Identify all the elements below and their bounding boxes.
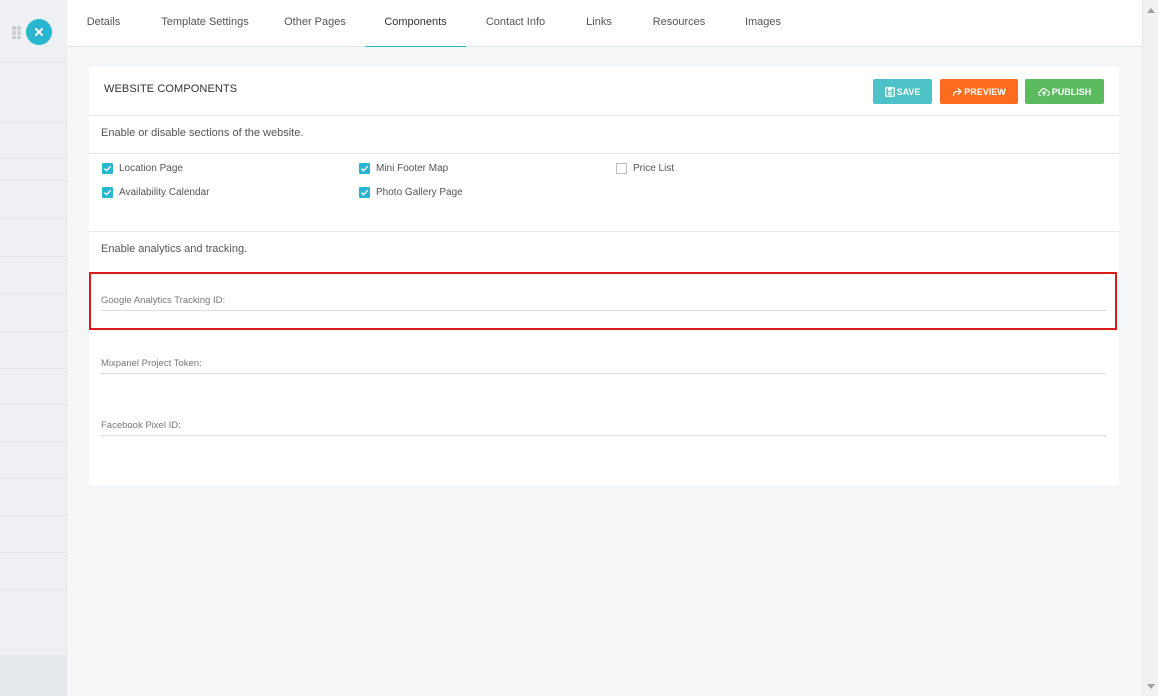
tab-bar: Details Template Settings Other Pages Co… <box>67 0 1142 47</box>
floppy-icon <box>884 86 895 97</box>
vertical-scrollbar[interactable] <box>1142 0 1158 696</box>
sidebar-row[interactable] <box>0 256 67 257</box>
sidebar-row[interactable] <box>0 589 67 590</box>
checkbox-price-list[interactable]: Price List <box>616 163 674 174</box>
checkbox-photo-gallery-page[interactable]: Photo Gallery Page <box>359 187 463 198</box>
checkbox-checked[interactable] <box>102 163 113 174</box>
checkbox-mini-footer-map[interactable]: Mini Footer Map <box>359 163 448 174</box>
components-intro: Enable or disable sections of the websit… <box>101 127 304 139</box>
website-components-card: WEBSITE COMPONENTS SAVE PREVIEW PUBLISH … <box>89 67 1119 485</box>
checkbox-location-page[interactable]: Location Page <box>102 163 183 174</box>
share-icon <box>953 87 962 96</box>
sidebar-row[interactable] <box>0 552 67 553</box>
left-sidebar <box>0 0 67 696</box>
publish-button[interactable]: PUBLISH <box>1025 79 1104 104</box>
sidebar-row[interactable] <box>0 158 67 159</box>
mixpanel-token-label: Mixpanel Project Token: <box>101 358 202 369</box>
scroll-down-arrow-icon[interactable] <box>1147 684 1155 689</box>
scroll-up-arrow-icon[interactable] <box>1147 8 1155 13</box>
tab-other-pages[interactable]: Other Pages <box>279 0 351 47</box>
sidebar-row[interactable] <box>0 218 67 219</box>
sidebar-row[interactable] <box>0 293 67 294</box>
sidebar-row[interactable] <box>0 441 67 442</box>
tab-resources[interactable]: Resources <box>649 0 709 47</box>
tab-components[interactable]: Components <box>365 0 466 47</box>
card-title: WEBSITE COMPONENTS <box>104 83 238 95</box>
sidebar-row[interactable] <box>0 515 67 516</box>
check-icon <box>104 165 112 172</box>
card-header: WEBSITE COMPONENTS SAVE PREVIEW PUBLISH <box>89 67 1119 116</box>
sidebar-row[interactable] <box>0 180 67 181</box>
check-icon <box>361 165 369 172</box>
sidebar-row[interactable] <box>0 404 67 405</box>
sidebar-row[interactable] <box>0 122 67 123</box>
tab-contact-info[interactable]: Contact Info <box>479 0 552 47</box>
checkbox-label: Location Page <box>119 163 183 174</box>
main-content: Details Template Settings Other Pages Co… <box>67 0 1142 696</box>
tab-details[interactable]: Details <box>81 0 126 47</box>
grid-icon <box>12 26 21 39</box>
sidebar-footer <box>0 655 67 696</box>
preview-label: PREVIEW <box>964 86 1006 97</box>
facebook-pixel-field[interactable]: Facebook Pixel ID: <box>101 420 1106 436</box>
check-icon <box>104 189 112 196</box>
mixpanel-token-field[interactable]: Mixpanel Project Token: <box>101 358 1106 374</box>
sidebar-row[interactable] <box>0 62 67 63</box>
preview-button[interactable]: PREVIEW <box>940 79 1018 104</box>
check-icon <box>361 189 369 196</box>
save-button[interactable]: SAVE <box>873 79 932 104</box>
checkbox-availability-calendar[interactable]: Availability Calendar <box>102 187 209 198</box>
checkbox-label: Photo Gallery Page <box>376 187 463 198</box>
save-label: SAVE <box>896 86 921 97</box>
publish-label: PUBLISH <box>1051 86 1092 97</box>
checkbox-label: Availability Calendar <box>119 187 210 198</box>
highlight-box <box>89 272 1117 330</box>
close-icon <box>35 28 43 36</box>
tab-images[interactable]: Images <box>739 0 787 47</box>
cloud-upload-icon <box>1037 87 1050 97</box>
checkbox-unchecked[interactable] <box>616 163 627 174</box>
sidebar-row[interactable] <box>0 331 67 332</box>
tab-template-settings[interactable]: Template Settings <box>155 0 255 47</box>
checkbox-checked[interactable] <box>359 187 370 198</box>
sidebar-row[interactable] <box>0 478 67 479</box>
checkbox-checked[interactable] <box>102 187 113 198</box>
close-button[interactable] <box>26 19 52 45</box>
facebook-pixel-label: Facebook Pixel ID: <box>101 420 181 431</box>
divider <box>89 153 1119 154</box>
divider <box>89 231 1119 232</box>
analytics-intro: Enable analytics and tracking. <box>101 243 248 255</box>
checkbox-label: Price List <box>633 163 675 174</box>
tab-links[interactable]: Links <box>578 0 620 47</box>
checkbox-checked[interactable] <box>359 163 370 174</box>
checkbox-label: Mini Footer Map <box>376 163 449 174</box>
sidebar-row[interactable] <box>0 368 67 369</box>
